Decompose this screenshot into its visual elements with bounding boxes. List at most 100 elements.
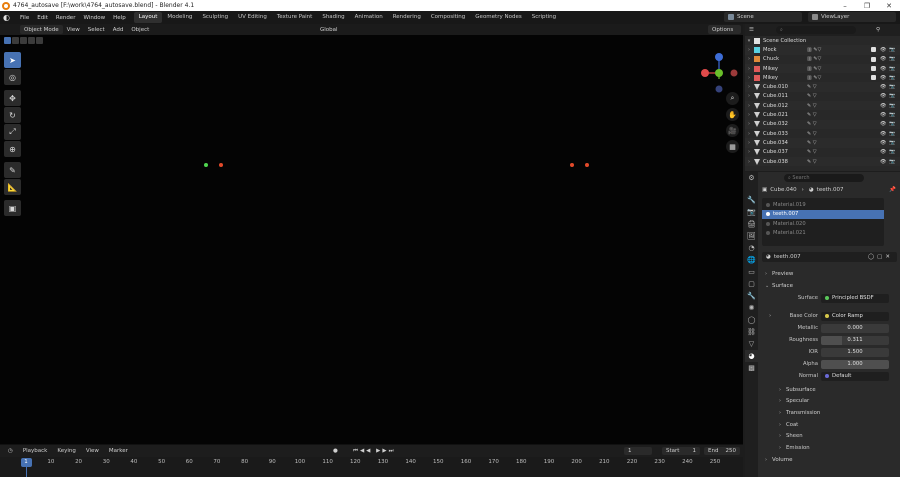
select-extend-icon[interactable] bbox=[12, 37, 19, 44]
metallic-slider[interactable]: 0.000 bbox=[821, 323, 889, 333]
expand-arrow-icon[interactable]: › bbox=[745, 75, 753, 81]
tab-rendering[interactable]: Rendering bbox=[388, 12, 426, 23]
3d-viewport[interactable]: Object Mode View Select Add Object Globa… bbox=[0, 24, 743, 444]
options-dropdown[interactable]: Options bbox=[708, 25, 741, 34]
outliner-row[interactable]: › Mock ▥ ✎▽ 👁 📷 bbox=[745, 45, 900, 55]
subpanel-emission[interactable]: › Emission bbox=[759, 442, 900, 454]
outliner-row[interactable]: › Cube.011 ✎ ▽ 👁 📷 bbox=[745, 92, 900, 101]
view-layer-selector[interactable]: ViewLayer bbox=[808, 12, 896, 22]
breadcrumb-object[interactable]: Cube.040 bbox=[770, 187, 796, 193]
menu-window[interactable]: Window bbox=[79, 15, 109, 21]
timeline-editor-type-icon[interactable]: ◷ bbox=[0, 448, 18, 454]
expand-arrow-icon[interactable]: › bbox=[745, 103, 753, 109]
material-tab-icon[interactable]: ◕ bbox=[745, 350, 758, 362]
expand-arrow-icon[interactable]: › bbox=[745, 121, 753, 127]
material-slot[interactable]: Material.020 bbox=[762, 219, 884, 229]
select-new-icon[interactable] bbox=[4, 37, 11, 44]
tab-compositing[interactable]: Compositing bbox=[426, 12, 470, 23]
visibility-eye-icon[interactable]: 👁 bbox=[880, 112, 886, 118]
timeline-menu-keying[interactable]: Keying bbox=[52, 448, 80, 454]
outliner-row[interactable]: › Mikey ▥ ✎▽ 👁 📷 bbox=[745, 63, 900, 74]
minimize-button[interactable]: – bbox=[834, 0, 856, 11]
collection-tab-icon[interactable]: ▭ bbox=[745, 266, 758, 278]
perspective-grid-icon[interactable]: ▦ bbox=[726, 140, 739, 153]
tab-sculpting[interactable]: Sculpting bbox=[197, 12, 233, 23]
normal-field[interactable]: Default bbox=[821, 371, 889, 381]
navigation-gizmo[interactable] bbox=[700, 50, 740, 116]
modifiers-tab-icon[interactable]: 🔧 bbox=[745, 290, 758, 302]
visibility-eye-icon[interactable]: 👁 bbox=[880, 140, 886, 146]
subpanel-sheen[interactable]: › Sheen bbox=[759, 430, 900, 442]
visibility-eye-icon[interactable]: 👁 bbox=[880, 47, 886, 53]
gizmo-x-axis[interactable] bbox=[701, 69, 709, 77]
surface-shader-field[interactable]: Principled BSDF bbox=[821, 293, 889, 303]
object-mode-dropdown[interactable]: Object Mode bbox=[20, 25, 63, 34]
outliner-root[interactable]: ▾ Scene Collection bbox=[745, 36, 900, 46]
base-color-field[interactable]: Color Ramp bbox=[821, 311, 889, 321]
material-slot[interactable]: Material.019 bbox=[762, 200, 884, 210]
menu-file[interactable]: File bbox=[16, 15, 33, 21]
expand-arrow-icon[interactable]: › bbox=[745, 112, 753, 118]
timeline-menu-view[interactable]: View bbox=[81, 448, 104, 454]
data-tab-icon[interactable]: ▽ bbox=[745, 338, 758, 350]
end-frame-field[interactable]: End 250 bbox=[704, 447, 740, 455]
ior-field[interactable]: 1.500 bbox=[821, 347, 889, 357]
zoom-icon[interactable]: ⌕ bbox=[726, 92, 739, 105]
particles-tab-icon[interactable]: ✺ bbox=[745, 302, 758, 314]
render-camera-icon[interactable]: 📷 bbox=[889, 112, 895, 118]
outliner-row[interactable]: › Chuck ▥ ✎▽ 👁 📷 bbox=[745, 55, 900, 64]
scene-selector[interactable]: Scene bbox=[724, 12, 802, 22]
visibility-eye-icon[interactable]: 👁 bbox=[880, 84, 886, 90]
render-camera-icon[interactable]: 📷 bbox=[889, 84, 895, 90]
outliner-row[interactable]: › Cube.034 ✎ ▽ 👁 📷 bbox=[745, 138, 900, 148]
texture-tab-icon[interactable]: ▩ bbox=[745, 362, 758, 374]
scene-tab-icon[interactable]: ◔ bbox=[745, 242, 758, 254]
outliner-row[interactable]: › Cube.021 ✎ ▽ 👁 📷 bbox=[745, 110, 900, 119]
select-invert-icon[interactable] bbox=[28, 37, 35, 44]
tab-geometry-nodes[interactable]: Geometry Nodes bbox=[470, 12, 526, 23]
material-slot-selected[interactable]: teeth.007 bbox=[762, 209, 884, 219]
render-camera-icon[interactable]: 📷 bbox=[889, 66, 895, 72]
subpanel-coat[interactable]: › Coat bbox=[759, 419, 900, 431]
expand-arrow-icon[interactable]: › bbox=[745, 140, 753, 146]
render-camera-icon[interactable]: 📷 bbox=[889, 121, 895, 127]
visibility-eye-icon[interactable]: 👁 bbox=[880, 93, 886, 99]
camera-view-icon[interactable]: 🎥 bbox=[726, 124, 739, 137]
gizmo-neg-x-axis[interactable] bbox=[730, 69, 738, 77]
timeline-menu-playback[interactable]: Playback bbox=[18, 448, 53, 454]
expand-arrow-icon[interactable]: › bbox=[745, 66, 753, 72]
tab-layout[interactable]: Layout bbox=[133, 12, 163, 23]
expand-arrow-icon[interactable]: › bbox=[745, 93, 753, 99]
viewport-menu-object[interactable]: Object bbox=[127, 27, 153, 33]
maximize-button[interactable]: ❐ bbox=[856, 0, 878, 11]
expand-arrow-icon[interactable]: › bbox=[745, 159, 753, 165]
tab-modeling[interactable]: Modeling bbox=[162, 12, 197, 23]
preview-panel[interactable]: › Preview bbox=[759, 268, 900, 280]
subpanel-specular[interactable]: › Specular bbox=[759, 396, 900, 408]
measure-tool-icon[interactable]: 📐 bbox=[4, 179, 21, 195]
visibility-eye-icon[interactable]: 👁 bbox=[880, 56, 886, 62]
add-cube-tool-icon[interactable]: ▣ bbox=[4, 200, 21, 216]
transform-tool-icon[interactable]: ⊕ bbox=[4, 141, 21, 157]
rotate-tool-icon[interactable]: ↻ bbox=[4, 107, 21, 123]
timeline-menu-marker[interactable]: Marker bbox=[104, 448, 133, 454]
filter-icon[interactable]: ⚲ bbox=[876, 27, 880, 33]
scale-tool-icon[interactable]: ⤢ bbox=[4, 124, 21, 140]
visibility-eye-icon[interactable]: 👁 bbox=[880, 66, 886, 72]
roughness-slider[interactable]: 0.311 bbox=[821, 335, 889, 345]
render-camera-icon[interactable]: 📷 bbox=[889, 75, 895, 81]
exclude-checkbox[interactable] bbox=[871, 56, 876, 62]
subpanel-subsurface[interactable]: › Subsurface bbox=[759, 384, 900, 396]
properties-search-input[interactable]: ⌕ Search bbox=[784, 174, 864, 182]
auto-keying-icon[interactable]: ● bbox=[328, 448, 343, 454]
outliner-row[interactable]: › Cube.032 ✎ ▽ 👁 📷 bbox=[745, 119, 900, 129]
render-camera-icon[interactable]: 📷 bbox=[889, 93, 895, 99]
render-tab-icon[interactable]: 📷 bbox=[745, 206, 758, 218]
select-intersect-icon[interactable] bbox=[36, 37, 43, 44]
editor-type-icon[interactable]: ⚙ bbox=[745, 172, 758, 184]
surface-panel[interactable]: ⌄ Surface bbox=[759, 280, 900, 292]
tab-animation[interactable]: Animation bbox=[350, 12, 388, 23]
outliner-row[interactable]: › Cube.038 ✎ ▽ 👁 📷 bbox=[745, 156, 900, 167]
expand-arrow-icon[interactable]: › bbox=[745, 47, 753, 53]
physics-tab-icon[interactable]: ◯ bbox=[745, 314, 758, 326]
